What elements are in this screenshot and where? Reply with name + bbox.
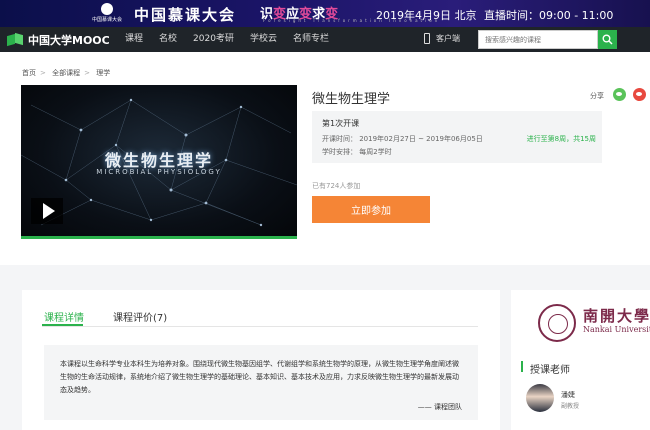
enrolled-count: 已有724人参加 <box>312 182 361 190</box>
search-input[interactable] <box>478 30 598 49</box>
client-download[interactable]: 客户端 <box>424 33 460 44</box>
phone-icon <box>424 33 430 44</box>
course-intro-signature: —— 课程团队 <box>417 403 462 411</box>
nav-item-kaoyan[interactable]: 2020考研 <box>193 27 234 52</box>
nav-item-school-cloud[interactable]: 学校云 <box>250 27 277 52</box>
client-label: 客户端 <box>436 34 460 43</box>
site-logo-text: 中国大学MOOC <box>28 33 110 47</box>
term-progress: 进行至第8周，共15周 <box>526 135 596 143</box>
search-button[interactable] <box>598 30 617 49</box>
course-intro-box: 本课程以生命科学专业本科生为培养对象。围绕现代微生物基因组学、代谢组学和系统生物… <box>44 345 478 420</box>
term-schedule: 学时安排： 每周2学时 <box>322 148 392 156</box>
banner-live-time: 直播时间：09:00 - 11:00 <box>484 9 614 22</box>
join-now-button[interactable]: 立即参加 <box>312 196 430 223</box>
term-dates: 开课时间： 2019年02月27日 ~ 2019年06月05日 <box>322 135 483 143</box>
course-title: 微生物生理学 <box>312 92 391 107</box>
tab-divider <box>42 326 478 327</box>
breadcrumb: 首页 > 全部课程 > 理学 <box>22 68 114 78</box>
teacher-name[interactable]: 潘婕 <box>561 390 575 400</box>
play-icon <box>42 203 55 219</box>
banner-date: 2019年4月9日 北京 <box>376 9 477 22</box>
mooc-conference-logo: 中国慕课大会 <box>92 3 122 24</box>
nav-item-courses[interactable]: 课程 <box>125 27 143 52</box>
video-progress-bar[interactable] <box>21 236 297 239</box>
nav-menu: 课程 名校 2020考研 学校云 名师专栏 <box>125 27 345 52</box>
university-name-cn[interactable]: 南開大學 <box>583 305 650 326</box>
share-label: 分享 <box>590 92 604 100</box>
video-subtitle: MICROBIAL PHYSIOLOGY <box>96 168 222 176</box>
conference-logo-label: 中国慕课大会 <box>91 17 122 23</box>
tab-course-detail[interactable]: 课程详情 <box>44 309 84 324</box>
main-nav: 中国大学MOOC 课程 名校 2020考研 学校云 名师专栏 客户端 <box>0 27 650 52</box>
play-button[interactable] <box>31 198 63 224</box>
section-marker <box>521 361 523 372</box>
banner-title: 中国慕课大会 <box>134 6 237 24</box>
course-intro-text: 本课程以生命科学专业本科生为培养对象。围绕现代微生物基因组学、代谢组学和系统生物… <box>60 360 459 394</box>
teacher-role: 副教授 <box>561 403 580 410</box>
wechat-share-icon[interactable] <box>613 88 626 101</box>
nav-item-schools[interactable]: 名校 <box>159 27 177 52</box>
breadcrumb-all-courses[interactable]: 全部课程 <box>52 69 80 77</box>
search-icon <box>602 34 613 45</box>
conference-emblem-icon <box>101 3 113 15</box>
course-video-player[interactable]: 微生物生理学 MICROBIAL PHYSIOLOGY <box>21 85 297 239</box>
tab-course-review[interactable]: 课程评价(7) <box>113 309 167 324</box>
term-label: 第1次开课 <box>322 119 360 128</box>
weibo-share-icon[interactable] <box>633 88 646 101</box>
nav-item-teachers[interactable]: 名师专栏 <box>293 27 329 52</box>
school-teacher-sidebar: 南開大學 Nankai University 授课老师 潘婕 副教授 <box>511 290 650 430</box>
teacher-avatar[interactable] <box>526 384 554 412</box>
nankai-seal-icon[interactable] <box>538 304 576 342</box>
breadcrumb-science[interactable]: 理学 <box>96 69 110 77</box>
site-logo[interactable]: 中国大学MOOC <box>7 32 110 47</box>
term-info-box: 第1次开课 开课时间： 2019年02月27日 ~ 2019年06月05日 学时… <box>312 111 602 163</box>
breadcrumb-separator: > <box>40 69 46 77</box>
university-name-en: Nankai University <box>583 325 650 334</box>
breadcrumb-home[interactable]: 首页 <box>22 69 36 77</box>
mooc-logo-icon <box>7 32 24 47</box>
top-banner[interactable]: 中国慕课大会 中国慕课大会 识变应变求变 Foresight Transform… <box>0 0 650 27</box>
teacher-heading: 授课老师 <box>530 365 570 376</box>
breadcrumb-separator: > <box>84 69 90 77</box>
